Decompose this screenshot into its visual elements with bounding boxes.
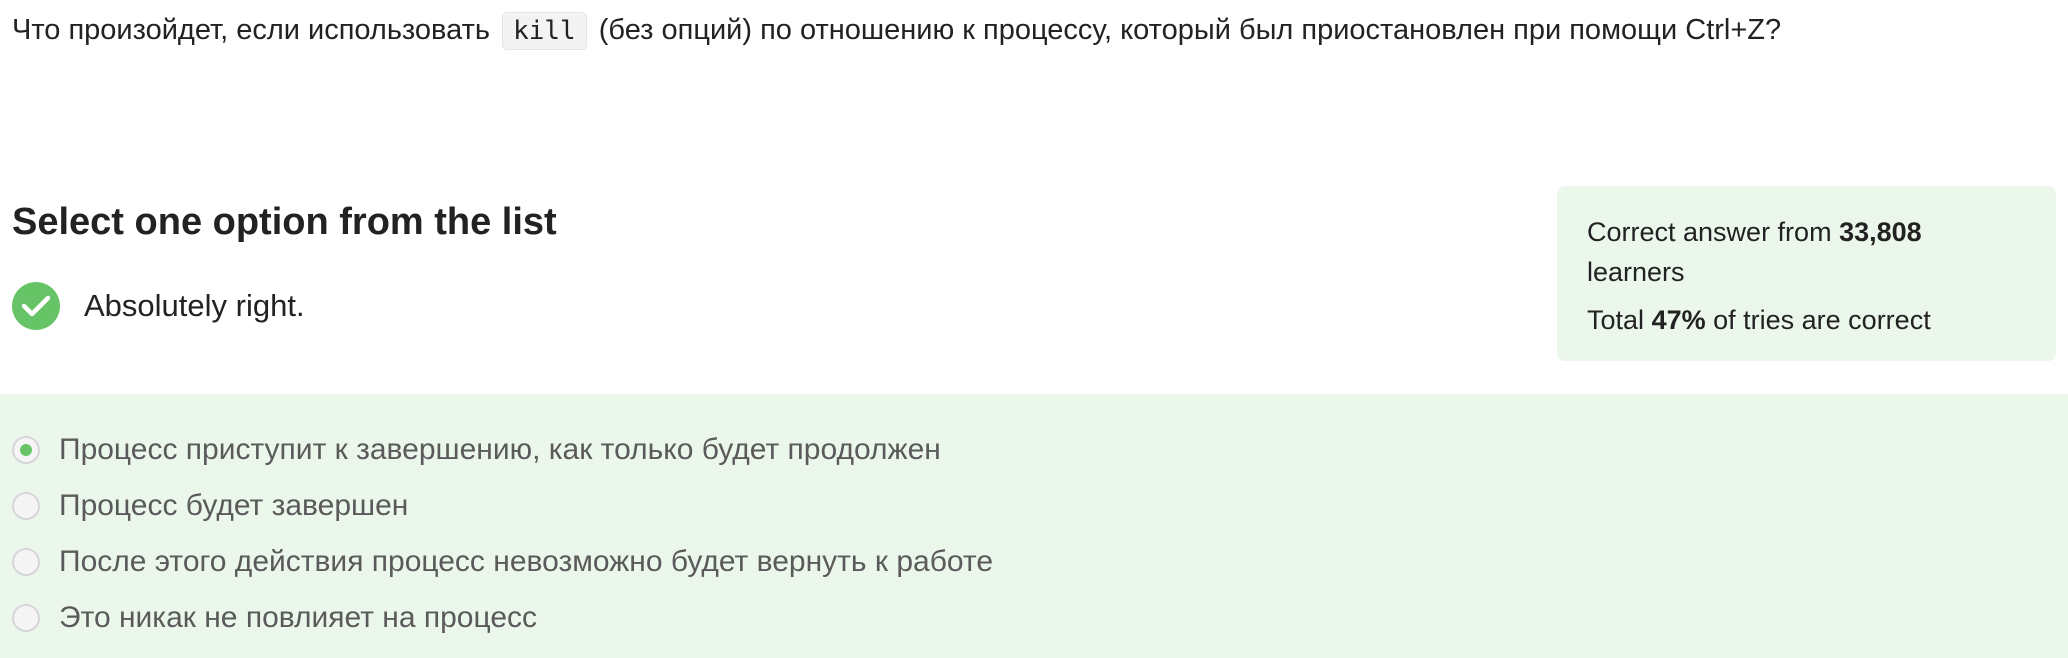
radio-button[interactable] [12,548,40,576]
option-item[interactable]: После этого действия процесс невозможно … [12,540,993,584]
radio-button[interactable] [12,436,40,464]
stats-total-suffix: of tries are correct [1713,305,1931,335]
option-label[interactable]: Процесс приступит к завершению, как толь… [59,433,941,467]
stats-learners-line: Correct answer from 33,808 learners [1587,212,2026,292]
question-text-after: (без опций) по отношению к процессу, кот… [598,14,1782,46]
option-label[interactable]: Процесс будет завершен [59,489,408,523]
stats-total-prefix: Total [1587,305,1645,335]
feedback: Absolutely right. [12,282,305,330]
radio-button[interactable] [12,492,40,520]
options-list: Процесс приступит к завершению, как толь… [0,394,2068,658]
option-item[interactable]: Это никак не повлияет на процесс [12,596,537,640]
quiz-instruction: Select one option from the list [12,201,557,243]
question-text-before: Что произойдет, если использовать [12,14,490,46]
question-text: Что произойдет, если использовать kill (… [12,8,1781,53]
stats-percent-correct: 47% [1651,305,1706,335]
option-item[interactable]: Процесс будет завершен [12,484,408,528]
question-code: kill [502,12,587,50]
check-icon [12,282,60,330]
option-item[interactable]: Процесс приступит к завершению, как толь… [12,428,941,472]
radio-selected-dot [20,444,32,456]
feedback-text: Absolutely right. [84,288,305,323]
option-label[interactable]: Это никак не повлияет на процесс [59,601,537,635]
stats-total-line: Total 47% of tries are correct [1587,300,2026,340]
radio-button[interactable] [12,604,40,632]
stats-panel: Correct answer from 33,808 learners Tota… [1557,186,2056,361]
stats-learners-suffix: learners [1587,257,1685,287]
stats-learners-count: 33,808 [1839,217,1922,247]
option-label[interactable]: После этого действия процесс невозможно … [59,545,993,579]
stats-correct-prefix: Correct answer from [1587,217,1832,247]
